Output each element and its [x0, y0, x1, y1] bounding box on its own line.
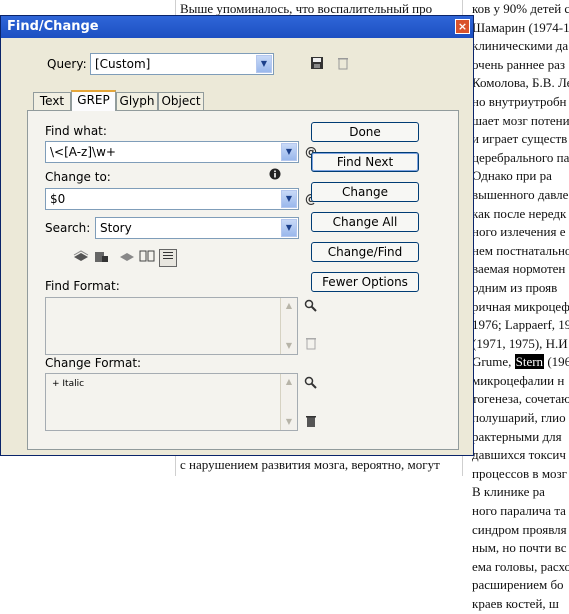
dialog-titlebar[interactable]: Find/Change ×	[1, 16, 473, 38]
master-pages-icon[interactable]	[139, 249, 155, 265]
document-text-line: полушарий, глио	[472, 410, 566, 426]
tab-glyph[interactable]: Glyph	[116, 92, 158, 110]
change-to-field[interactable]: $0 ▼	[45, 188, 299, 210]
document-text-line: расширением бо	[472, 577, 564, 593]
locked-layers-icon[interactable]	[73, 249, 89, 265]
tab-object[interactable]: Object	[158, 92, 204, 110]
chevron-down-icon[interactable]: ▼	[281, 219, 297, 237]
tab-text[interactable]: Text	[33, 92, 71, 110]
document-text-line: краев костей, ш	[472, 596, 559, 611]
find-change-dialog: Find/Change × Query: [Custom] ▼ Text GRE…	[0, 15, 474, 456]
footnotes-icon[interactable]	[159, 249, 177, 267]
document-text-line: одним из прояв	[472, 279, 558, 295]
change-format-scrollbar[interactable]: ▲ ▼	[280, 374, 297, 430]
document-text-line: 1976; Lappaerf, 19	[472, 317, 569, 333]
save-query-icon[interactable]	[309, 56, 325, 72]
change-format-value: + Italic	[52, 379, 85, 389]
close-icon[interactable]: ×	[455, 19, 470, 34]
dialog-title: Find/Change	[7, 19, 99, 34]
change-find-button[interactable]: Change/Find	[311, 242, 419, 262]
document-text-line: (1971, 1975), Н.И	[472, 335, 568, 351]
find-what-label: Find what:	[45, 124, 107, 138]
chevron-down-icon[interactable]: ▼	[281, 190, 297, 208]
chevron-down-icon[interactable]: ▼	[281, 143, 297, 161]
change-to-label: Change to:	[45, 170, 111, 184]
tab-grep[interactable]: GREP	[71, 90, 116, 111]
find-what-field[interactable]: \<[A-z]\w+ ▼	[45, 141, 299, 163]
change-format-box[interactable]: + Italic ▲ ▼	[45, 373, 298, 431]
document-text-line: Шамарин (1974-1	[472, 19, 569, 35]
document-bottom-line: с нарушением развития мозга, вероятно, м…	[180, 456, 440, 472]
document-text-line: ков у 90% детей с	[472, 1, 569, 16]
query-label: Query:	[47, 57, 87, 71]
document-text-line: Grume, Stern (196	[472, 354, 569, 370]
query-select[interactable]: [Custom] ▼	[90, 53, 274, 75]
change-format-label: Change Format:	[45, 356, 142, 370]
search-label: Search:	[45, 221, 91, 235]
done-button[interactable]: Done	[311, 122, 419, 142]
change-to-value: $0	[50, 192, 66, 206]
hidden-layers-icon[interactable]	[119, 249, 135, 265]
document-text-line: Комолова, Б.В. Ле	[472, 75, 569, 91]
document-text-line: тогенеза, сочетаю	[472, 391, 569, 407]
document-text-line: ного паралича та	[472, 503, 566, 519]
document-text-line: синдром проявля	[472, 521, 567, 537]
document-text-line: ема головы, расхо	[472, 558, 569, 574]
document-text-line: клиническими да	[472, 38, 569, 54]
search-scope-value: Story	[100, 221, 132, 235]
change-button[interactable]: Change	[311, 182, 419, 202]
scroll-down-icon[interactable]: ▼	[282, 339, 296, 353]
document-text-line: ным, но почти вс	[472, 540, 567, 556]
document-text-line: очень раннее раз	[472, 56, 565, 72]
document-text-line: микроцефалии н	[472, 372, 565, 388]
document-text-line: В клинике ра	[472, 484, 545, 500]
document-text-line: ричная микроцеф	[472, 298, 569, 314]
find-next-button[interactable]: Find Next	[311, 152, 419, 172]
document-text-line: но внутриутробн	[472, 93, 567, 109]
search-scope-select[interactable]: Story ▼	[95, 217, 299, 239]
document-text-line: нем постнатально	[472, 242, 569, 258]
find-format-scrollbar[interactable]: ▲ ▼	[280, 298, 297, 354]
scroll-up-icon[interactable]: ▲	[282, 299, 296, 313]
document-text-line: ваемая нормотен	[472, 261, 566, 277]
document-text-line: шает мозг потени	[472, 112, 569, 128]
clear-find-format-icon[interactable]	[303, 336, 319, 352]
document-text-line: как после нередк	[472, 205, 567, 221]
document-text-line: церебрального па	[472, 149, 569, 165]
delete-query-icon[interactable]	[335, 56, 351, 72]
info-icon[interactable]	[267, 168, 283, 184]
document-text-line: вышенного давле	[472, 186, 569, 202]
document-text-line: и играет существ	[472, 131, 568, 147]
document-text-line: Однако при ра	[472, 168, 552, 184]
clear-change-format-icon[interactable]	[303, 414, 319, 430]
query-value: [Custom]	[95, 57, 151, 71]
specify-change-format-icon[interactable]	[303, 376, 319, 392]
specify-find-format-icon[interactable]	[303, 299, 319, 315]
scroll-down-icon[interactable]: ▼	[282, 415, 296, 429]
chevron-down-icon[interactable]: ▼	[256, 55, 272, 73]
change-all-button[interactable]: Change All	[311, 212, 419, 232]
find-format-box[interactable]: ▲ ▼	[45, 297, 298, 355]
find-what-value: \<[A-z]\w+	[50, 145, 116, 159]
fewer-options-button[interactable]: Fewer Options	[311, 272, 419, 292]
find-format-label: Find Format:	[45, 279, 120, 293]
locked-stories-icon[interactable]	[93, 249, 109, 265]
document-right-column: ков у 90% детей с Шамарин (1974-1 клиничес…	[472, 0, 569, 611]
document-text-line: ного излечения е	[472, 224, 566, 240]
scroll-up-icon[interactable]: ▲	[282, 375, 296, 389]
highlighted-search-match: Stern	[514, 354, 545, 370]
